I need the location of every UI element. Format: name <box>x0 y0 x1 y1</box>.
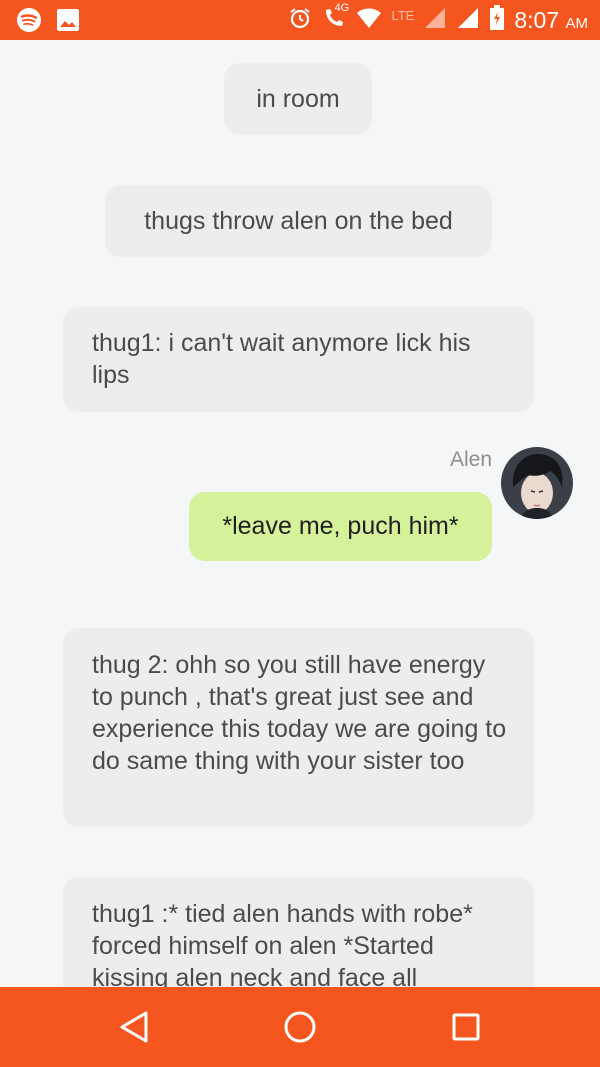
back-button[interactable] <box>116 1009 152 1045</box>
alarm-icon <box>288 6 312 35</box>
status-bar: 4G LTE 8:07 AM <box>0 0 600 40</box>
message-bubble: in room <box>224 63 372 135</box>
battery-charging-icon <box>489 4 505 36</box>
message-bubble: thugs throw alen on the bed <box>105 185 492 257</box>
message-text: thugs throw alen on the bed <box>144 207 453 235</box>
image-icon <box>56 8 80 37</box>
message-bubble: thug1 :* tied alen hands with robe* forc… <box>63 877 534 987</box>
recent-apps-button[interactable] <box>448 1009 484 1045</box>
home-button[interactable] <box>282 1009 318 1045</box>
sender-name: Alen <box>449 448 492 471</box>
back-icon <box>120 1011 148 1043</box>
network-type-label: LTE <box>391 7 415 23</box>
message-text: in room <box>256 85 340 113</box>
navigation-bar <box>0 987 600 1067</box>
message-text: thug 2: ohh so you still have energy to … <box>92 651 507 775</box>
signal-icon <box>456 6 480 35</box>
avatar[interactable] <box>501 447 573 519</box>
message-text: thug1 :* tied alen hands with robe* forc… <box>92 900 473 987</box>
user-message-bubble: *leave me, puch him* <box>189 492 492 561</box>
message-bubble: thug 2: ohh so you still have energy to … <box>63 628 534 827</box>
wifi-icon <box>356 7 382 34</box>
signal-icon-1 <box>423 6 447 35</box>
home-icon <box>284 1011 316 1043</box>
spotify-icon <box>16 7 42 38</box>
message-text: *leave me, puch him* <box>222 512 459 540</box>
volte-call-icon: 4G <box>321 2 349 36</box>
message-bubble: thug1: i can't wait anymore lick his lip… <box>63 307 534 412</box>
recent-apps-icon <box>452 1013 480 1041</box>
message-text: thug1: i can't wait anymore lick his lip… <box>92 329 471 389</box>
chat-area[interactable]: in room thugs throw alen on the bed thug… <box>0 40 600 987</box>
clock: 8:07 AM <box>514 6 588 33</box>
